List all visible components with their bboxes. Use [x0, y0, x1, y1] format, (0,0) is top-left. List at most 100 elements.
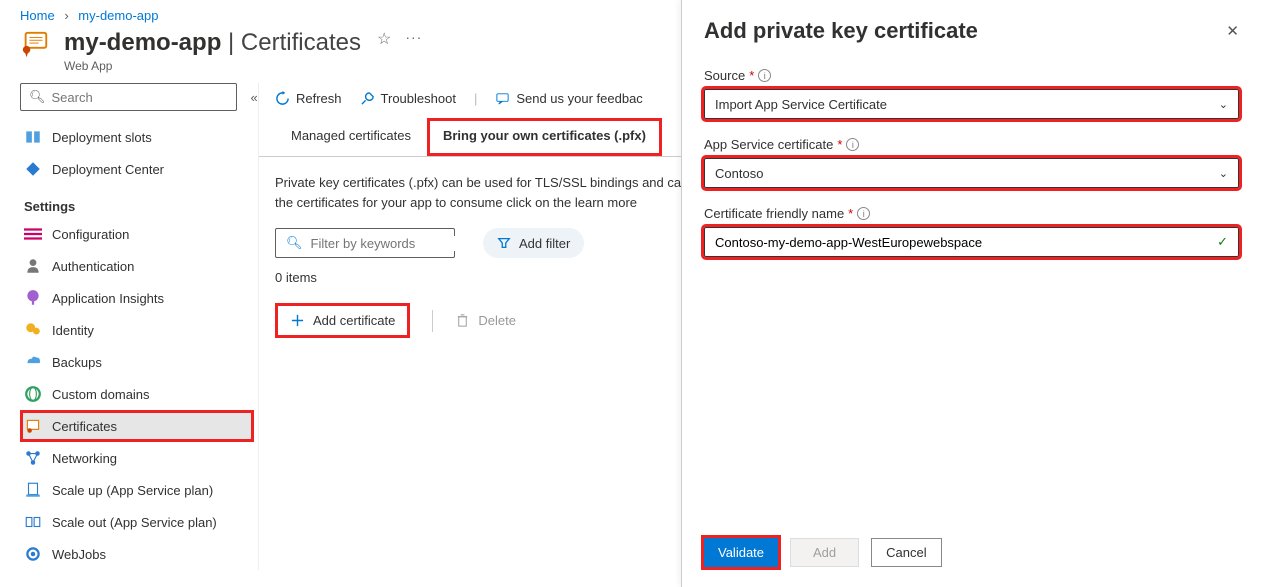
sidebar-item-label: Backups	[52, 355, 102, 370]
feedback-button[interactable]: Send us your feedbac	[495, 91, 642, 106]
add-filter-button[interactable]: Add filter	[483, 228, 584, 258]
identity-icon	[24, 321, 42, 339]
add-certificate-panel: Add private key certificate ✕ Source * i…	[681, 0, 1261, 587]
sidebar-item-webjobs[interactable]: WebJobs	[20, 538, 254, 570]
sidebar-item-networking[interactable]: Networking	[20, 442, 254, 474]
sidebar-search[interactable]: 🔍︎	[20, 83, 237, 111]
collapse-icon[interactable]: «	[245, 90, 258, 105]
add-certificate-label: Add certificate	[313, 313, 395, 328]
scale-out-icon	[24, 513, 42, 531]
add-certificate-button[interactable]: Add certificate	[275, 303, 410, 338]
backups-icon	[24, 353, 42, 371]
sidebar-item-identity[interactable]: Identity	[20, 314, 254, 346]
filter-input[interactable]: 🔍︎	[275, 228, 455, 258]
delete-button[interactable]: Delete	[455, 313, 516, 328]
friendly-name-label: Certificate friendly name * i	[704, 206, 1239, 221]
app-service-cert-value: Contoso	[715, 166, 763, 181]
sidebar-item-label: Scale up (App Service plan)	[52, 483, 213, 498]
sidebar: 🔍︎ « Deployment slots Deployment Center …	[0, 83, 254, 570]
sidebar-item-label: Deployment Center	[52, 162, 164, 177]
add-button: Add	[790, 538, 859, 567]
troubleshoot-icon	[360, 91, 375, 106]
search-input[interactable]	[52, 90, 228, 105]
page-title: my-demo-app | Certificates	[64, 29, 361, 56]
tab-bring-own[interactable]: Bring your own certificates (.pfx)	[427, 118, 662, 156]
sidebar-item-certificates[interactable]: Certificates	[20, 410, 254, 442]
sidebar-item-application-insights[interactable]: Application Insights	[20, 282, 254, 314]
page-title-suffix: | Certificates	[221, 29, 361, 56]
sidebar-item-configuration[interactable]: Configuration	[20, 218, 254, 250]
sidebar-item-label: Deployment slots	[52, 130, 152, 145]
refresh-icon	[275, 91, 290, 106]
info-icon[interactable]: i	[846, 138, 859, 151]
filter-field[interactable]	[311, 236, 487, 251]
search-icon: 🔍︎	[286, 235, 303, 251]
authentication-icon	[24, 257, 42, 275]
source-select[interactable]: Import App Service Certificate ⌄	[704, 89, 1239, 119]
page-title-name: my-demo-app	[64, 29, 221, 56]
sidebar-item-custom-domains[interactable]: Custom domains	[20, 378, 254, 410]
plus-icon	[290, 313, 305, 328]
deployment-slots-icon	[24, 128, 42, 146]
panel-title: Add private key certificate	[704, 18, 978, 44]
sidebar-item-authentication[interactable]: Authentication	[20, 250, 254, 282]
more-icon[interactable]: ···	[405, 29, 422, 45]
refresh-button[interactable]: Refresh	[275, 91, 342, 106]
networking-icon	[24, 449, 42, 467]
sidebar-item-label: Application Insights	[52, 291, 164, 306]
validate-button[interactable]: Validate	[704, 538, 778, 567]
troubleshoot-button[interactable]: Troubleshoot	[360, 91, 456, 106]
search-icon: 🔍︎	[29, 89, 46, 105]
sidebar-item-label: WebJobs	[52, 547, 106, 562]
webjobs-icon	[24, 545, 42, 563]
add-filter-label: Add filter	[519, 236, 570, 251]
separator: |	[474, 91, 477, 106]
breadcrumb-app[interactable]: my-demo-app	[78, 8, 158, 23]
sidebar-item-label: Identity	[52, 323, 94, 338]
sidebar-item-deployment-center[interactable]: Deployment Center	[20, 153, 254, 185]
sidebar-item-label: Certificates	[52, 419, 117, 434]
app-service-cert-select[interactable]: Contoso ⌄	[704, 158, 1239, 188]
delete-label: Delete	[478, 313, 516, 328]
source-value: Import App Service Certificate	[715, 97, 887, 112]
feedback-icon	[495, 91, 510, 106]
configuration-icon	[24, 225, 42, 243]
star-icon[interactable]: ☆	[377, 29, 391, 49]
info-icon[interactable]: i	[857, 207, 870, 220]
domains-icon	[24, 385, 42, 403]
feedback-label: Send us your feedbac	[516, 91, 642, 106]
info-icon[interactable]: i	[758, 69, 771, 82]
sidebar-item-backups[interactable]: Backups	[20, 346, 254, 378]
source-label: Source * i	[704, 68, 1239, 83]
sidebar-item-label: Custom domains	[52, 387, 150, 402]
chevron-down-icon: ⌄	[1219, 167, 1228, 180]
separator	[432, 310, 433, 332]
sidebar-item-label: Authentication	[52, 259, 134, 274]
certificate-icon	[20, 29, 50, 62]
cancel-button[interactable]: Cancel	[871, 538, 941, 567]
troubleshoot-label: Troubleshoot	[381, 91, 456, 106]
filter-icon	[497, 236, 511, 250]
breadcrumb-home[interactable]: Home	[20, 8, 55, 23]
close-icon[interactable]: ✕	[1226, 22, 1239, 40]
sidebar-item-scale-up[interactable]: Scale up (App Service plan)	[20, 474, 254, 506]
chevron-right-icon: ›	[64, 8, 68, 23]
app-service-cert-label: App Service certificate * i	[704, 137, 1239, 152]
sidebar-item-scale-out[interactable]: Scale out (App Service plan)	[20, 506, 254, 538]
tab-managed[interactable]: Managed certificates	[275, 118, 427, 156]
sidebar-item-label: Networking	[52, 451, 117, 466]
resource-type: Web App	[64, 59, 361, 73]
deployment-center-icon	[24, 160, 42, 178]
friendly-name-input-wrap[interactable]: ✓	[704, 227, 1239, 257]
friendly-name-input[interactable]	[715, 235, 1217, 250]
sidebar-heading-settings: Settings	[24, 199, 254, 214]
sidebar-item-label: Configuration	[52, 227, 129, 242]
sidebar-item-label: Scale out (App Service plan)	[52, 515, 217, 530]
scale-up-icon	[24, 481, 42, 499]
insights-icon	[24, 289, 42, 307]
refresh-label: Refresh	[296, 91, 342, 106]
chevron-down-icon: ⌄	[1219, 98, 1228, 111]
sidebar-item-deployment-slots[interactable]: Deployment slots	[20, 121, 254, 153]
check-icon: ✓	[1217, 234, 1228, 250]
certificates-icon	[24, 417, 42, 435]
